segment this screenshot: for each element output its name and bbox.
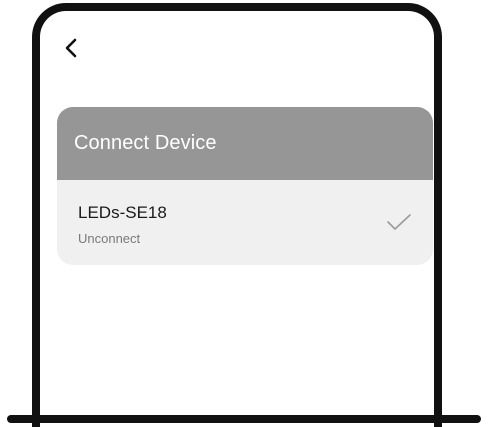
card-title: Connect Device [74,132,217,154]
device-list-item[interactable]: LEDs-SE18 Unconnect [57,180,433,265]
chevron-left-icon [65,38,77,58]
card-header: Connect Device [57,107,433,180]
phone-frame-base [7,415,481,423]
device-name: LEDs-SE18 [78,203,167,222]
screen: Connect Device LEDs-SE18 Unconnect [0,0,488,427]
checkmark-icon [387,214,411,230]
back-button[interactable] [58,34,86,62]
connect-device-card: Connect Device LEDs-SE18 Unconnect [57,107,433,265]
device-status: Unconnect [78,231,141,246]
